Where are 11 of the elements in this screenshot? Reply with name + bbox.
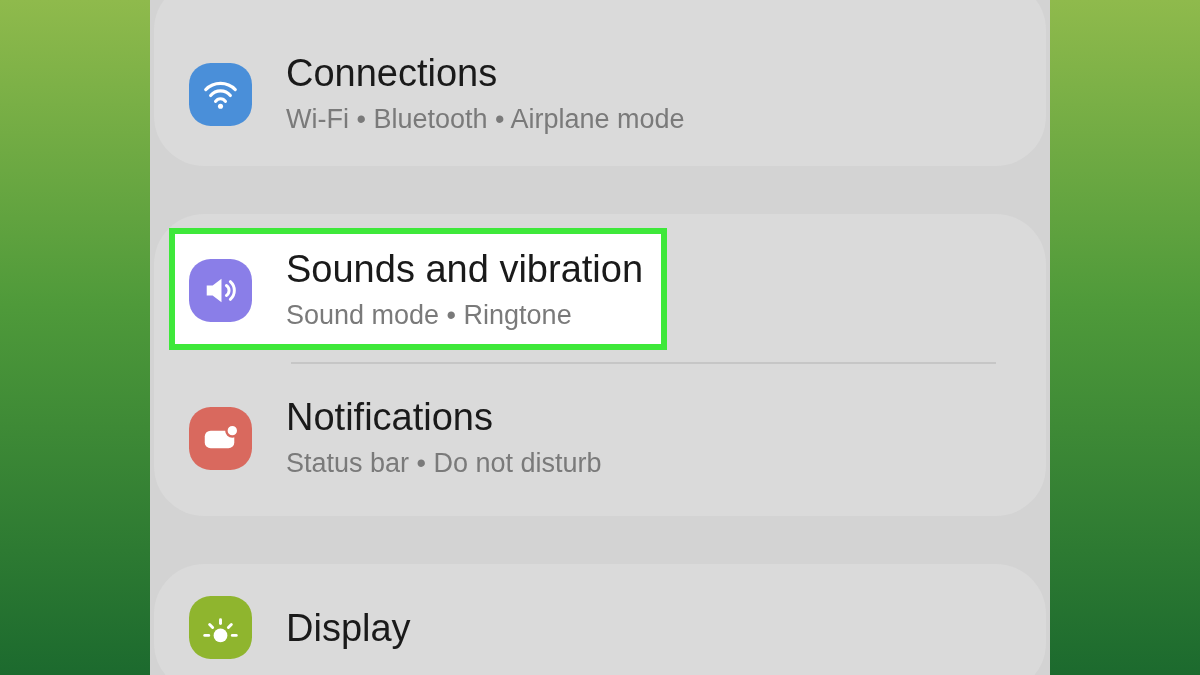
item-title: Notifications xyxy=(286,395,494,440)
item-subtitle: Wi-Fi • Bluetooth • Airplane mode xyxy=(286,103,685,136)
item-title: Display xyxy=(286,605,411,651)
item-subtitle: Status bar • Do not disturb xyxy=(286,447,602,480)
settings-item[interactable]: Notifications Status bar • Do not disturb xyxy=(169,376,626,498)
item-title: Sounds and vibration xyxy=(286,247,644,292)
item-title: Connections xyxy=(286,51,499,96)
item-subtitle: Sound mode • Ringtone xyxy=(286,299,573,332)
settings-item[interactable]: Display xyxy=(169,578,435,675)
settings-item[interactable]: Connections Wi-Fi • Bluetooth • Airplane mode xyxy=(169,32,709,154)
settings-item[interactable]: Sounds and vibration Sound mode • Ringtone xyxy=(169,228,668,350)
